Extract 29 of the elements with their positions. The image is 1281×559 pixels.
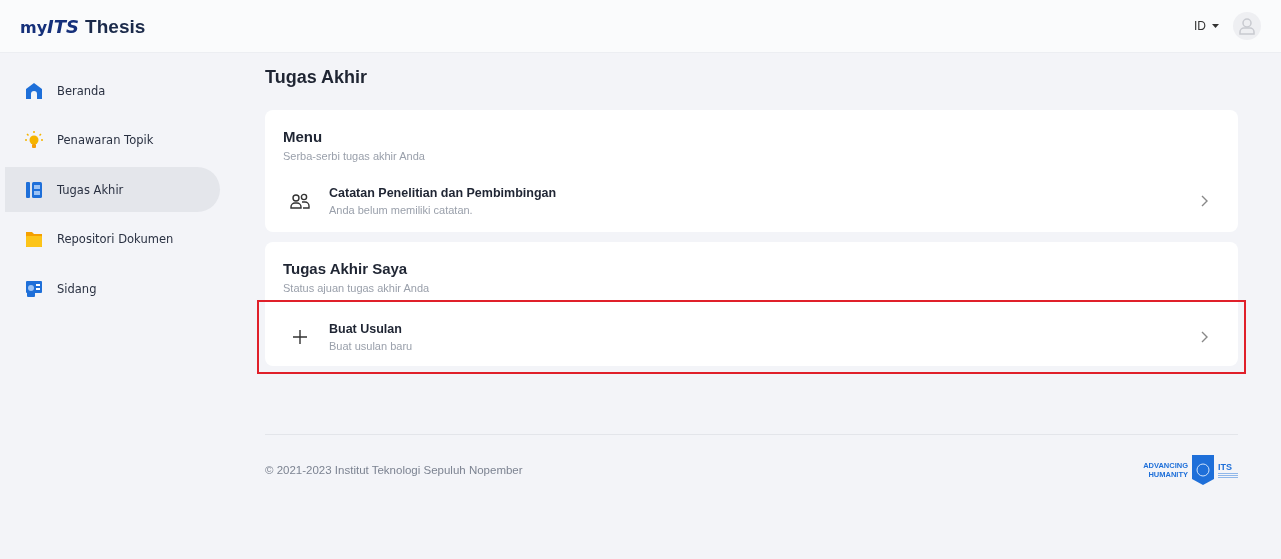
row-subtitle: Buat usulan baru — [329, 340, 413, 352]
chevron-right-icon — [1201, 195, 1208, 207]
menu-row[interactable]: Buat Usulan Buat usulan baru — [265, 308, 1238, 366]
sidebar-item[interactable]: Sidang — [5, 266, 220, 312]
page-title: Tugas Akhir — [265, 67, 368, 88]
row-subtitle: Anda belum memiliki catatan. — [329, 204, 473, 216]
card-title: Menu — [283, 128, 324, 145]
card-subtitle: Serba-serbi tugas akhir Anda — [283, 150, 426, 162]
sidebar-item[interactable]: Repositori Dokumen — [5, 216, 220, 262]
language-dropdown[interactable]: ID — [1192, 17, 1221, 35]
sidebar-item[interactable]: Beranda — [5, 68, 220, 113]
card-subtitle: Status ajuan tugas akhir Anda — [283, 282, 431, 294]
app-logo[interactable]: myITS Thesis — [20, 14, 146, 38]
people-icon — [289, 193, 311, 209]
home-icon — [25, 81, 43, 100]
lightbulb-icon — [25, 131, 43, 150]
presentation-icon — [25, 279, 43, 298]
menu-row[interactable]: Catatan Penelitian dan Pembimbingan Anda belum memiliki catatan. — [265, 170, 1238, 232]
sidebar-item[interactable]: Penawaran Topik — [5, 117, 220, 163]
row-title: Buat Usulan — [329, 322, 402, 336]
card-title: Tugas Akhir Saya — [283, 260, 409, 277]
sidebar-item[interactable]: Tugas Akhir — [5, 167, 220, 213]
avatar-icon[interactable] — [1233, 12, 1261, 40]
book-icon — [25, 180, 43, 199]
row-title: Catatan Penelitian dan Pembimbingan — [329, 186, 557, 200]
chevron-right-icon — [1201, 331, 1208, 343]
caret-icon — [1212, 24, 1219, 28]
copyright-text: © 2021-2023 Institut Teknologi Sepuluh Nopember — [265, 464, 523, 476]
folder-icon — [25, 230, 43, 249]
